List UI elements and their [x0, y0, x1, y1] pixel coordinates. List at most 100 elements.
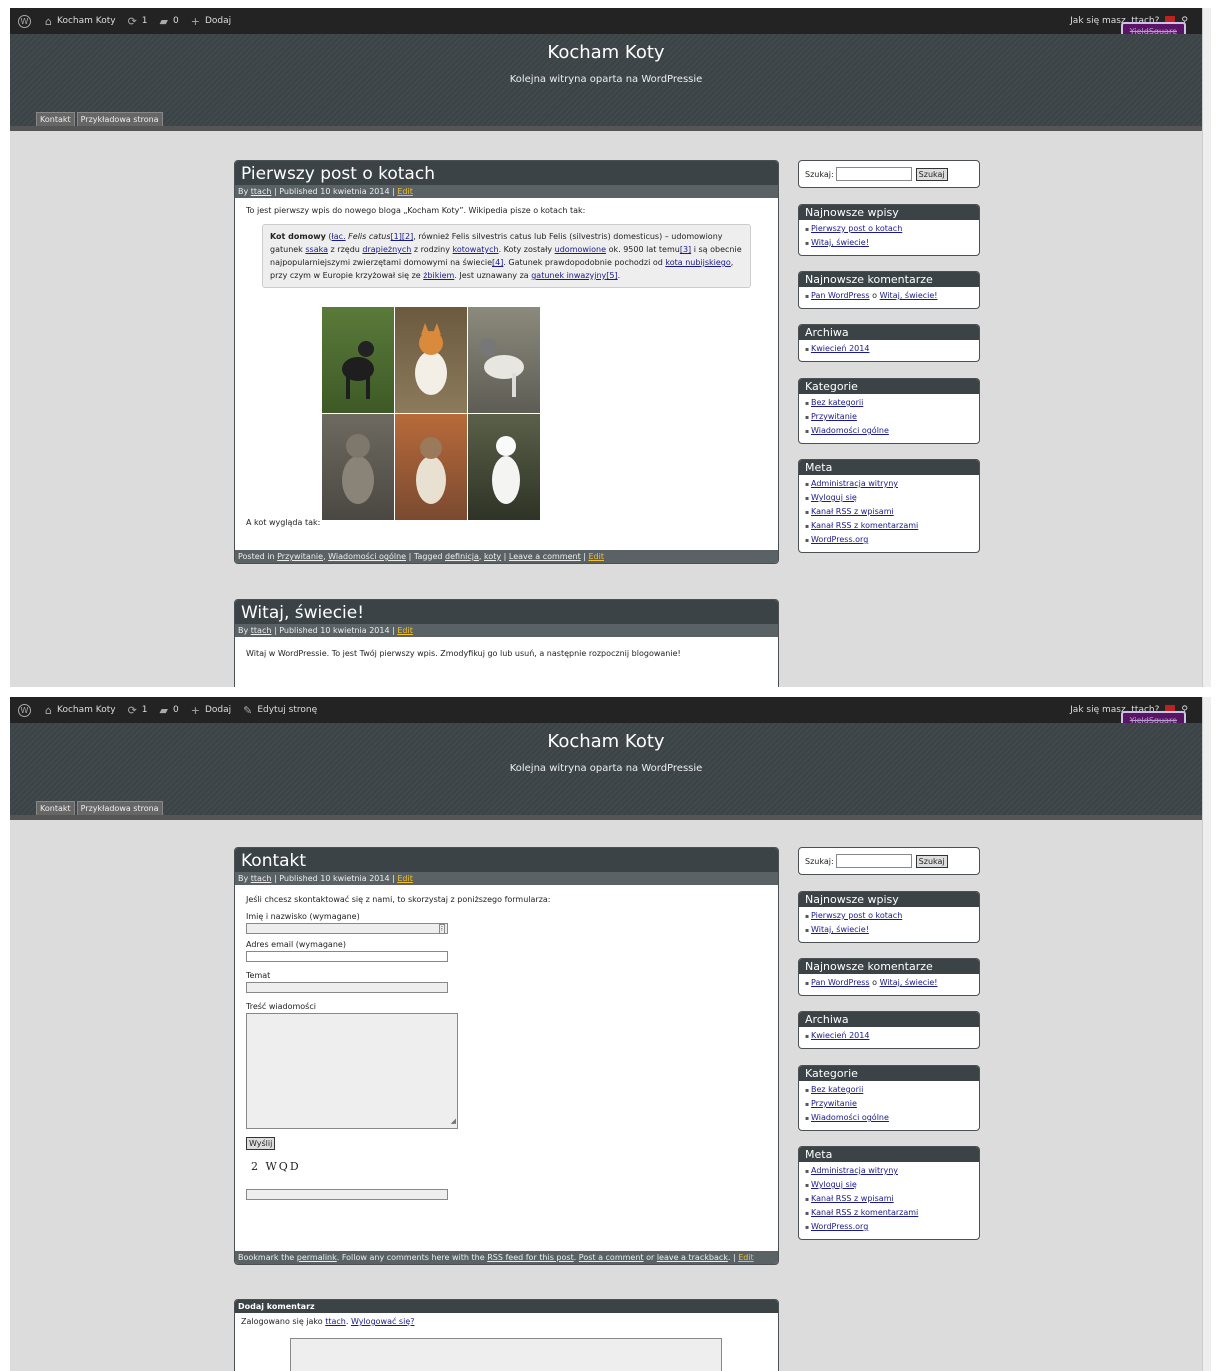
link-udomowione[interactable]: udomowione: [555, 245, 606, 254]
admin-add[interactable]: + Dodaj: [191, 15, 231, 28]
search-input[interactable]: [835, 854, 912, 868]
post-meta: By ttach | Published 10 kwietnia 2014 | …: [235, 624, 778, 637]
wordpress-logo-icon[interactable]: W: [18, 14, 31, 28]
scrollbar[interactable]: [1202, 8, 1211, 687]
admin-site-link[interactable]: ⌂ Kocham Koty: [45, 704, 116, 717]
nav-kontakt[interactable]: Kontakt: [36, 801, 75, 815]
page-title[interactable]: Kontakt: [235, 848, 778, 872]
admin-site-link[interactable]: ⌂ Kocham Koty: [45, 15, 116, 28]
category-link[interactable]: Przywitanie: [811, 412, 857, 421]
rss-link[interactable]: RSS feed for this post: [487, 1253, 574, 1262]
wordpress-logo-icon[interactable]: W: [18, 703, 31, 717]
archive-link[interactable]: Kwiecień 2014: [811, 344, 869, 353]
send-button[interactable]: Wyślij: [246, 1137, 276, 1150]
name-field[interactable]: ⁝: [246, 923, 448, 934]
ref-link[interactable]: [5]: [606, 271, 617, 280]
tag-link[interactable]: koty: [484, 552, 501, 561]
captcha-field[interactable]: [246, 1189, 448, 1200]
post-comment-link[interactable]: Post a comment: [579, 1253, 644, 1262]
edit-link[interactable]: Edit: [397, 187, 413, 196]
ref-link[interactable]: [4]: [492, 258, 503, 267]
cat-photo[interactable]: [395, 307, 467, 413]
cat-photo[interactable]: [322, 414, 394, 520]
comment-author-link[interactable]: Pan WordPress: [811, 978, 870, 987]
message-textarea[interactable]: ◢: [246, 1013, 458, 1129]
search-button[interactable]: Szukaj: [915, 167, 948, 181]
link-zbik[interactable]: żbikiem: [423, 271, 454, 280]
link-inwazyjny[interactable]: gatunek inwazyjny: [531, 271, 606, 280]
meta-link[interactable]: Kanał RSS z wpisami: [811, 1194, 894, 1203]
link-ssaka[interactable]: ssaka: [305, 245, 328, 254]
meta-link[interactable]: Kanał RSS z komentarzami: [811, 1208, 918, 1217]
admin-comments[interactable]: ▰ 0: [160, 704, 179, 717]
trackback-link[interactable]: leave a trackback: [657, 1253, 728, 1262]
recent-post-link[interactable]: Pierwszy post o kotach: [811, 911, 902, 920]
cat-photo[interactable]: [468, 414, 540, 520]
admin-updates[interactable]: ⟳ 1: [128, 15, 148, 28]
recent-post-link[interactable]: Witaj, świecie!: [811, 925, 869, 934]
meta-link[interactable]: WordPress.org: [811, 1222, 868, 1231]
edit-link[interactable]: Edit: [397, 874, 413, 883]
post-title[interactable]: Pierwszy post o kotach: [235, 161, 778, 185]
ref-link[interactable]: [1][2]: [391, 232, 414, 241]
meta-link[interactable]: Wyloguj się: [811, 1180, 857, 1189]
category-link[interactable]: Przywitanie: [277, 552, 323, 561]
comment-textarea[interactable]: [290, 1338, 722, 1371]
edit-link[interactable]: Edit: [588, 552, 604, 561]
nav-kontakt[interactable]: Kontakt: [36, 112, 75, 126]
admin-updates[interactable]: ⟳ 1: [128, 704, 148, 717]
category-link[interactable]: Wiadomości ogólne: [811, 1113, 889, 1122]
nav-przykladowa[interactable]: Przykładowa strona: [76, 801, 163, 815]
ref-link[interactable]: [3]: [680, 245, 691, 254]
permalink-link[interactable]: permalink: [297, 1253, 337, 1262]
author-link[interactable]: ttach: [251, 626, 272, 635]
admin-add[interactable]: + Dodaj: [191, 704, 231, 717]
meta-link[interactable]: Wyloguj się: [811, 493, 857, 502]
meta-link[interactable]: Administracja witryny: [811, 479, 898, 488]
admin-comments[interactable]: ▰ 0: [160, 15, 179, 28]
post-body: Witaj w WordPressie. To jest Twój pierws…: [246, 649, 681, 658]
site-title[interactable]: Kocham Koty: [10, 731, 1202, 752]
author-link[interactable]: ttach: [251, 187, 272, 196]
meta-link[interactable]: Kanał RSS z wpisami: [811, 507, 894, 516]
link-lac[interactable]: łac.: [332, 232, 346, 241]
category-link[interactable]: Bez kategorii: [811, 398, 863, 407]
post-title[interactable]: Witaj, świecie!: [235, 600, 778, 624]
author-link[interactable]: ttach: [251, 874, 272, 883]
user-link[interactable]: ttach: [325, 1317, 346, 1326]
logout-link[interactable]: Wylogować się?: [351, 1317, 415, 1326]
cat-photo[interactable]: [468, 307, 540, 413]
cat-photo[interactable]: [322, 307, 394, 413]
link-kotowate[interactable]: kotowatych: [453, 245, 499, 254]
meta-link[interactable]: Kanał RSS z komentarzami: [811, 521, 918, 530]
link-kot-nubijski[interactable]: kota nubijskiego: [665, 258, 730, 267]
comment-post-link[interactable]: Witaj, świecie!: [880, 291, 938, 300]
search-input[interactable]: [835, 167, 912, 181]
post-meta: By ttach | Published 10 kwietnia 2014 | …: [235, 185, 778, 198]
edit-link[interactable]: Edit: [397, 626, 413, 635]
subject-field[interactable]: [246, 982, 448, 993]
site-title[interactable]: Kocham Koty: [10, 42, 1202, 63]
link-drapiezne[interactable]: drapieżnych: [362, 245, 411, 254]
resize-handle-icon[interactable]: ◢: [451, 1115, 456, 1128]
tag-link[interactable]: definicja: [445, 552, 479, 561]
meta-link[interactable]: Administracja witryny: [811, 1166, 898, 1175]
nav-przykladowa[interactable]: Przykładowa strona: [76, 112, 163, 126]
meta-link[interactable]: WordPress.org: [811, 535, 868, 544]
category-link[interactable]: Bez kategorii: [811, 1085, 863, 1094]
category-link[interactable]: Wiadomości ogólne: [328, 552, 406, 561]
leave-comment-link[interactable]: Leave a comment: [509, 552, 581, 561]
recent-post-link[interactable]: Pierwszy post o kotach: [811, 224, 902, 233]
comment-author-link[interactable]: Pan WordPress: [811, 291, 870, 300]
search-button[interactable]: Szukaj: [915, 854, 948, 868]
category-link[interactable]: Przywitanie: [811, 1099, 857, 1108]
email-field[interactable]: [246, 951, 448, 962]
scrollbar[interactable]: [1202, 697, 1211, 1371]
admin-edit-page[interactable]: ✎ Edytuj stronę: [243, 704, 317, 717]
comment-post-link[interactable]: Witaj, świecie!: [880, 978, 938, 987]
recent-post-link[interactable]: Witaj, świecie!: [811, 238, 869, 247]
edit-link[interactable]: Edit: [738, 1253, 754, 1262]
cat-photo[interactable]: [395, 414, 467, 520]
archive-link[interactable]: Kwiecień 2014: [811, 1031, 869, 1040]
category-link[interactable]: Wiadomości ogólne: [811, 426, 889, 435]
